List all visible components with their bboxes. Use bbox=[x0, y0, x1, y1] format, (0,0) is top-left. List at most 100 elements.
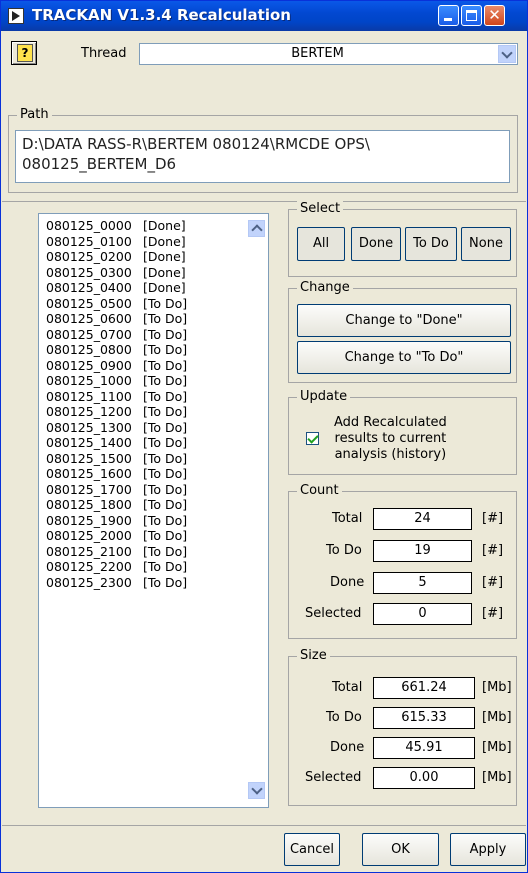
size-total-unit: [Mb] bbox=[482, 680, 512, 695]
list-item-status: [To Do] bbox=[143, 435, 188, 450]
list-item-id: 080125_0300 bbox=[46, 264, 132, 280]
change-to-done-button[interactable]: Change to "Done" bbox=[297, 304, 511, 337]
list-item-id: 080125_1700 bbox=[46, 481, 132, 497]
list-item-id: 080125_1400 bbox=[46, 435, 132, 450]
ok-button[interactable]: OK bbox=[362, 833, 439, 866]
list-item-id: 080125_0200 bbox=[46, 249, 132, 264]
count-done-unit: [#] bbox=[482, 575, 504, 590]
list-item-id: 080125_0900 bbox=[46, 357, 132, 373]
list-item-id: 080125_0400 bbox=[46, 280, 132, 295]
list-item-status: [Done] bbox=[143, 264, 186, 280]
help-icon: ? bbox=[17, 44, 33, 62]
list-item-id: 080125_2100 bbox=[46, 543, 132, 559]
size-done-label: Done bbox=[330, 740, 365, 755]
select-todo-button[interactable]: To Do bbox=[405, 227, 457, 261]
list-item-status: [Done] bbox=[143, 249, 186, 264]
size-todo-unit: [Mb] bbox=[482, 710, 512, 725]
list-item-status: [To Do] bbox=[143, 512, 188, 528]
list-item-id: 080125_0100 bbox=[46, 233, 132, 249]
apply-button[interactable]: Apply bbox=[450, 833, 526, 866]
add-recalculated-checkbox[interactable] bbox=[306, 432, 319, 445]
list-item-id: 080125_1500 bbox=[46, 450, 132, 466]
list-item-id: 080125_1200 bbox=[46, 404, 132, 419]
list-item-id: 080125_0700 bbox=[46, 326, 132, 342]
maximize-icon bbox=[466, 10, 477, 21]
count-done-label: Done bbox=[330, 575, 365, 590]
select-legend: Select bbox=[297, 201, 344, 216]
update-line-2: results to current bbox=[334, 431, 447, 446]
select-done-button[interactable]: Done bbox=[351, 227, 401, 261]
list-item-id: 080125_0000 bbox=[46, 218, 132, 233]
size-selected-field: 0.00 bbox=[373, 767, 475, 789]
list-item-status: [To Do] bbox=[143, 357, 188, 373]
list-item-id: 080125_1800 bbox=[46, 497, 132, 512]
update-line-3: analysis (history) bbox=[334, 447, 447, 462]
list-item-id: 080125_1100 bbox=[46, 388, 132, 404]
update-line-1: Add Recalculated bbox=[334, 415, 447, 430]
recalculation-window: TRACKAN V1.3.4 Recalculation ✕ ? Thread … bbox=[0, 0, 528, 873]
path-line-1: D:\DATA RASS-R\BERTEM 080124\RMCDE OPS\ bbox=[22, 135, 370, 153]
count-total-label: Total bbox=[332, 511, 363, 526]
list-item-status: [To Do] bbox=[143, 543, 188, 559]
size-total-field: 661.24 bbox=[373, 677, 475, 699]
list-item-status: [To Do] bbox=[143, 466, 188, 481]
update-legend: Update bbox=[297, 389, 351, 404]
window-title: TRACKAN V1.3.4 Recalculation bbox=[32, 6, 291, 24]
size-todo-label: To Do bbox=[326, 710, 362, 725]
count-selected-label: Selected bbox=[305, 606, 362, 621]
list-item-status: [To Do] bbox=[143, 419, 188, 435]
list-item-status: [To Do] bbox=[143, 326, 188, 342]
list-item-id: 080125_2000 bbox=[46, 528, 132, 543]
chevron-down-icon[interactable] bbox=[498, 45, 516, 63]
change-to-todo-button[interactable]: Change to "To Do" bbox=[297, 341, 511, 374]
list-item-status: [To Do] bbox=[143, 528, 188, 543]
scroll-down-icon[interactable] bbox=[248, 782, 265, 799]
count-total-field: 24 bbox=[373, 508, 472, 530]
list-item-id: 080125_1000 bbox=[46, 373, 132, 388]
path-line-2: 080125_BERTEM_D6 bbox=[22, 155, 177, 173]
list-item-status: [To Do] bbox=[143, 373, 188, 388]
file-list[interactable]: 080125_0000 [Done] 080125_0100 [Done] 080125… bbox=[38, 213, 269, 808]
list-item-status: [To Do] bbox=[143, 481, 188, 497]
list-item-id: 080125_0500 bbox=[46, 295, 132, 311]
list-item-status: [Done] bbox=[143, 233, 186, 249]
minimize-button[interactable] bbox=[438, 5, 459, 26]
count-legend: Count bbox=[297, 483, 342, 498]
title-bar[interactable]: TRACKAN V1.3.4 Recalculation ✕ bbox=[1, 1, 527, 31]
thread-select[interactable]: BERTEM bbox=[139, 43, 518, 65]
update-description: Add Recalculated results to current anal… bbox=[334, 415, 447, 463]
thread-value: BERTEM bbox=[291, 46, 344, 61]
select-none-button[interactable]: None bbox=[461, 227, 511, 261]
close-button[interactable]: ✕ bbox=[484, 5, 505, 26]
path-legend: Path bbox=[17, 107, 52, 122]
list-item-status: [To Do] bbox=[143, 497, 188, 512]
list-item-status: [Done] bbox=[143, 218, 186, 233]
size-legend: Size bbox=[297, 648, 330, 663]
close-icon: ✕ bbox=[488, 6, 501, 24]
count-selected-field: 0 bbox=[373, 603, 472, 625]
change-legend: Change bbox=[297, 280, 353, 295]
scroll-up-icon[interactable] bbox=[248, 220, 265, 237]
path-field[interactable]: D:\DATA RASS-R\BERTEM 080124\RMCDE OPS\ … bbox=[15, 130, 510, 183]
minimize-icon bbox=[444, 18, 452, 21]
select-all-button[interactable]: All bbox=[297, 227, 345, 261]
size-done-field: 45.91 bbox=[373, 737, 475, 759]
list-item-id: 080125_1300 bbox=[46, 419, 132, 435]
count-todo-field: 19 bbox=[373, 540, 472, 562]
count-todo-label: To Do bbox=[326, 543, 362, 558]
list-item-status: [To Do] bbox=[143, 404, 188, 419]
list-item-id: 080125_0800 bbox=[46, 342, 132, 357]
help-button[interactable]: ? bbox=[11, 41, 37, 65]
size-total-label: Total bbox=[332, 680, 363, 695]
size-done-unit: [Mb] bbox=[482, 740, 512, 755]
list-item-status: [To Do] bbox=[143, 574, 188, 590]
list-item-status: [To Do] bbox=[143, 311, 188, 326]
list-item-status: [To Do] bbox=[143, 388, 188, 404]
count-selected-unit: [#] bbox=[482, 606, 504, 621]
footer-bar bbox=[2, 825, 526, 873]
list-item-status: [Done] bbox=[143, 280, 186, 295]
list-item-id: 080125_2200 bbox=[46, 559, 132, 574]
maximize-button[interactable] bbox=[461, 5, 482, 26]
cancel-button[interactable]: Cancel bbox=[284, 833, 340, 866]
app-icon bbox=[8, 8, 24, 24]
